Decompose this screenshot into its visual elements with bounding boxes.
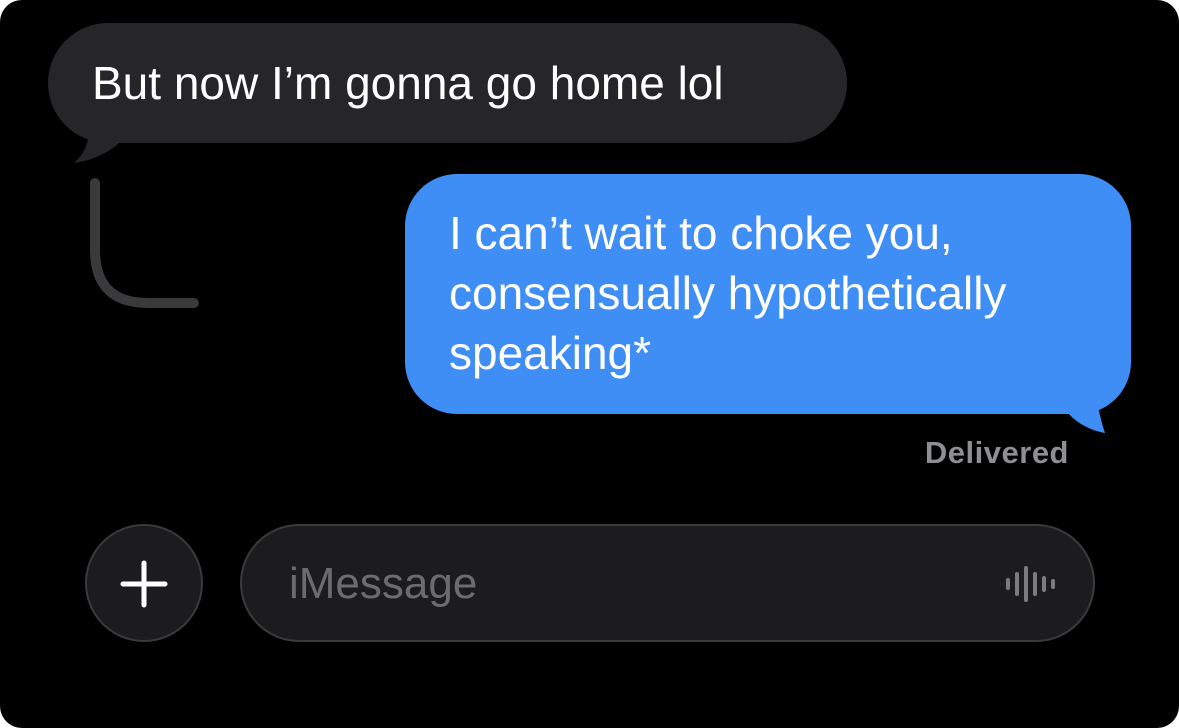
outgoing-message-line: I can’t wait to choke you, [449, 207, 953, 259]
plus-icon [120, 560, 168, 608]
delivery-status: Delivered [924, 435, 1069, 470]
messages-screen: But now I’m gonna go home lol I can’t wa… [0, 0, 1179, 728]
outgoing-message-line: consensually hypothetically [449, 267, 1007, 319]
reply-thread-line [90, 178, 199, 308]
message-input[interactable]: iMessage [240, 524, 1095, 642]
incoming-message-text: But now I’m gonna go home lol [92, 57, 724, 109]
incoming-message-bubble[interactable]: But now I’m gonna go home lol [48, 23, 847, 143]
waveform-icon[interactable] [1004, 566, 1060, 602]
add-attachment-button[interactable] [85, 524, 203, 642]
outgoing-message-bubble[interactable]: I can’t wait to choke you, consensually … [405, 174, 1131, 414]
message-input-placeholder: iMessage [289, 559, 478, 608]
outgoing-message-line: speaking* [449, 327, 652, 379]
